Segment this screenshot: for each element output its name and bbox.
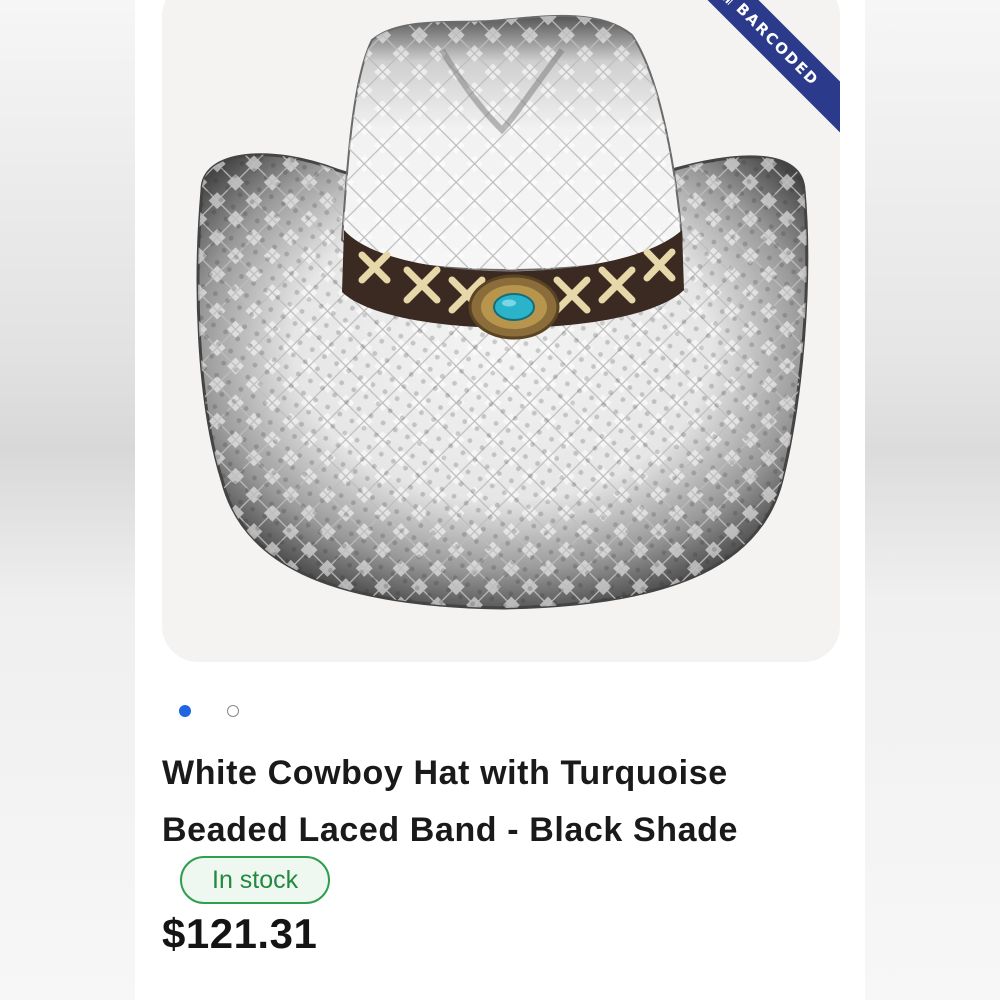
carousel-indicator bbox=[179, 705, 239, 717]
product-page: BARCODED White Cowboy Hat with Turquoise… bbox=[135, 0, 865, 1000]
product-image-cowboy-hat bbox=[196, 14, 809, 610]
right-blurred-backdrop bbox=[865, 0, 1000, 1000]
product-title: White Cowboy Hat with Turquoise Beaded L… bbox=[162, 754, 738, 849]
carousel-dot-1[interactable] bbox=[179, 705, 191, 717]
product-image-card[interactable]: BARCODED bbox=[162, 0, 840, 662]
product-price: $121.31 bbox=[162, 910, 318, 957]
left-blurred-backdrop bbox=[0, 0, 135, 1000]
stock-status-badge: In stock bbox=[180, 856, 331, 904]
barcode-icon bbox=[712, 0, 739, 6]
carousel-dot-2[interactable] bbox=[227, 705, 239, 717]
